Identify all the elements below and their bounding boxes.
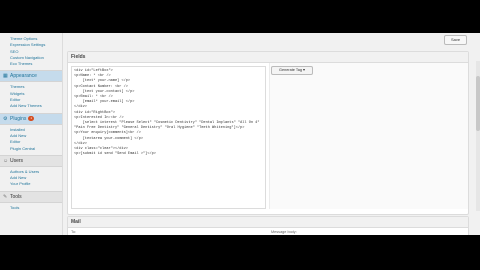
sidebar-section-tools[interactable]: ✎ Tools <box>0 190 62 203</box>
sidebar-item-add-new-themes[interactable]: Add New Themes <box>0 103 62 109</box>
top-action-bar: Save <box>63 33 480 47</box>
mail-panel: Mail To: Message body: <box>67 216 469 235</box>
sidebar-item-eco-themes[interactable]: Eco Themes <box>0 61 62 67</box>
sidebar-section-plugins[interactable]: ⚙ Plugins 1 <box>0 112 62 125</box>
form-code-textarea[interactable]: <div id="LeftBox"> <p>Name: * <br /> [tex… <box>71 66 266 209</box>
sidebar-item-tools[interactable]: Tools <box>0 205 62 211</box>
mail-panel-title: Mail <box>68 217 468 228</box>
appearance-icon: ▦ <box>3 73 8 80</box>
sidebar-section-users[interactable]: ☺ Users <box>0 154 62 167</box>
plugins-icon: ⚙ <box>3 115 8 122</box>
tools-icon: ✎ <box>3 193 8 200</box>
fields-panel-title: Fields <box>68 52 468 63</box>
update-count-badge: 1 <box>28 115 35 121</box>
scrollbar-thumb[interactable] <box>476 76 480 131</box>
fields-panel: Fields <div id="LeftBox"> <p>Name: * <br … <box>67 51 469 215</box>
tag-generator-area <box>269 63 468 209</box>
sidebar-section-label: Users <box>10 157 24 164</box>
generate-tag-button[interactable]: Generate Tag ▾ <box>271 66 313 75</box>
page-scrollbar[interactable] <box>476 61 480 211</box>
save-button[interactable]: Save <box>444 35 467 45</box>
sidebar-section-label: Tools <box>10 193 22 200</box>
code-line: [select interest "Please Select" "Cosmet… <box>74 121 262 131</box>
users-icon: ☺ <box>3 157 9 164</box>
sidebar-section-label: Appearance <box>10 73 37 80</box>
sidebar-item-your-profile[interactable]: Your Profile <box>0 181 62 187</box>
admin-screen: Theme Options Expression Settings SEO Cu… <box>0 33 480 235</box>
sidebar-section-appearance[interactable]: ▦ Appearance <box>0 70 62 83</box>
sidebar-item-plugin-central[interactable]: Plugin Central <box>0 146 62 152</box>
code-line: <p>[submit id send "Send Email >"]</p> <box>74 152 156 157</box>
admin-sidebar: Theme Options Expression Settings SEO Cu… <box>0 33 63 235</box>
mail-message-label: Message body: <box>271 230 297 234</box>
sidebar-section-label: Plugins <box>10 115 27 122</box>
mail-to-label: To: <box>71 230 77 234</box>
